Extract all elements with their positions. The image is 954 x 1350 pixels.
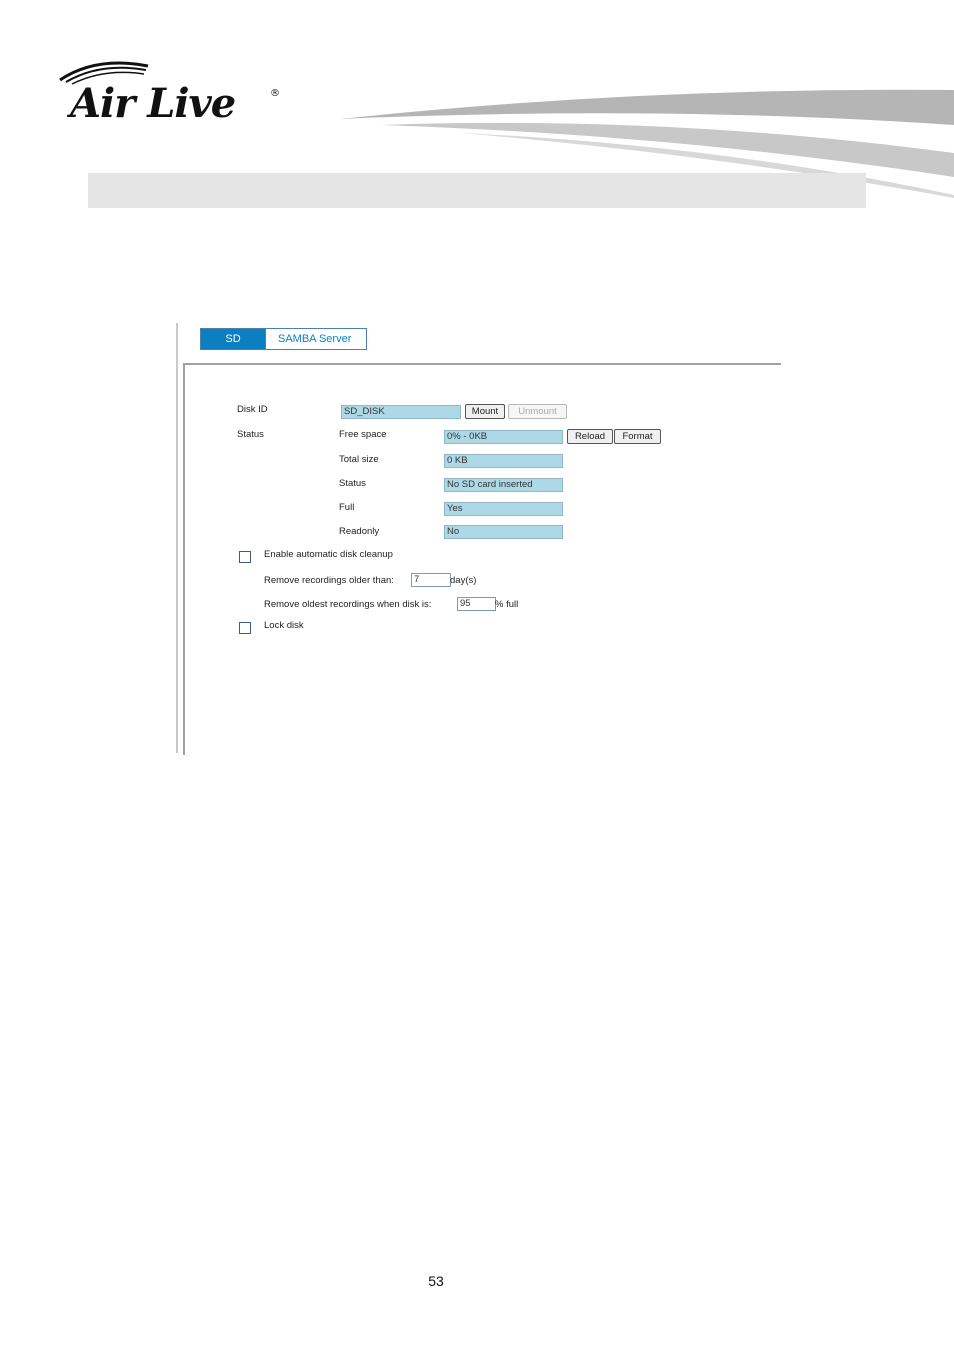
- enable-cleanup-checkbox[interactable]: [239, 551, 251, 563]
- section-header-bar: [88, 173, 866, 208]
- tab-bar: SD Card SAMBA Server: [200, 328, 367, 365]
- tab-sd-card[interactable]: SD Card: [200, 328, 266, 365]
- page-number: 53: [428, 1273, 444, 1289]
- mount-button[interactable]: Mount: [465, 404, 505, 419]
- enable-cleanup-label: Enable automatic disk cleanup: [264, 549, 393, 560]
- oldest-input[interactable]: 95: [457, 597, 496, 611]
- screenshot-left-rule: [176, 323, 178, 753]
- lock-disk-checkbox[interactable]: [239, 622, 251, 634]
- readonly-value: No: [444, 525, 563, 539]
- total-size-value: 0 KB: [444, 454, 563, 468]
- format-button[interactable]: Format: [614, 429, 661, 444]
- readonly-label: Readonly: [339, 526, 380, 537]
- oldest-label: Remove oldest recordings when disk is:: [264, 599, 432, 610]
- disk-id-field[interactable]: SD_DISK: [341, 405, 461, 419]
- disk-id-label: Disk ID: [237, 404, 268, 415]
- logo-registered-mark: ®: [270, 88, 280, 99]
- total-size-label: Total size: [339, 454, 379, 465]
- reload-button[interactable]: Reload: [567, 429, 613, 444]
- card-status-value: No SD card inserted: [444, 478, 563, 492]
- logo-text: Air Live: [70, 80, 236, 127]
- airlive-logo: Air Live ®: [56, 58, 286, 128]
- oldest-unit: % full: [495, 599, 519, 610]
- older-than-unit: day(s): [450, 575, 477, 586]
- full-value: Yes: [444, 502, 563, 516]
- older-than-label: Remove recordings older than:: [264, 575, 394, 586]
- older-than-input[interactable]: 7: [411, 573, 451, 587]
- free-space-value: 0% - 0KB: [444, 430, 563, 444]
- free-space-label: Free space: [339, 429, 387, 440]
- unmount-button[interactable]: Unmount: [508, 404, 567, 419]
- full-label: Full: [339, 502, 355, 513]
- status-section-label: Status: [237, 429, 264, 440]
- lock-disk-label: Lock disk: [264, 620, 304, 631]
- tab-samba-server[interactable]: SAMBA Server: [266, 328, 367, 350]
- card-status-label: Status: [339, 478, 366, 489]
